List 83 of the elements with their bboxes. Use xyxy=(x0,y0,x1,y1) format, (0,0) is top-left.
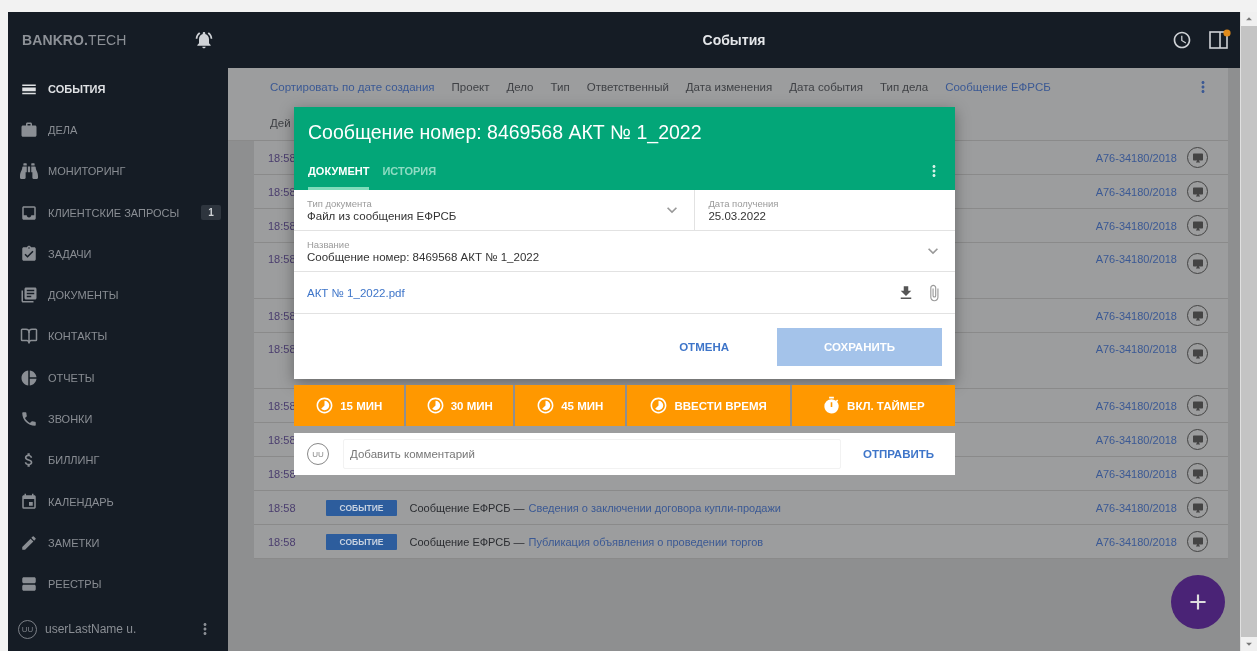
send-button[interactable]: ОТПРАВИТЬ xyxy=(854,442,942,466)
pencil-icon xyxy=(20,533,38,552)
panel-icon[interactable] xyxy=(1208,29,1232,51)
case-number-link[interactable]: А76-34180/2018 xyxy=(1095,399,1177,412)
case-number-link[interactable]: А76-34180/2018 xyxy=(1095,535,1177,548)
event-time: 18:58 xyxy=(268,501,296,514)
scrollbar[interactable] xyxy=(1240,12,1257,651)
filter-link[interactable]: Дей xyxy=(270,117,291,129)
documents-icon xyxy=(20,286,38,305)
sidebar-item[interactable]: КЛИЕНТСКИЕ ЗАПРОСЫ 1 xyxy=(8,191,228,234)
file-link[interactable]: АКТ № 1_2022.pdf xyxy=(307,286,405,299)
sidebar-item[interactable]: СОБЫТИЯ xyxy=(8,68,228,110)
event-link[interactable]: Публикация объявления о проведении торгов xyxy=(528,535,764,548)
time-button[interactable]: ВКЛ. ТАЙМЕР xyxy=(791,385,955,426)
clipboard-check-icon xyxy=(20,244,38,263)
case-number-link[interactable]: А76-34180/2018 xyxy=(1095,253,1177,265)
case-number-link[interactable]: А76-34180/2018 xyxy=(1095,343,1177,355)
event-time: 18:58 xyxy=(268,467,296,480)
sidebar-item[interactable]: БИЛЛИНГ xyxy=(8,439,228,481)
case-number-link[interactable]: А76-34180/2018 xyxy=(1095,433,1177,446)
clock-icon xyxy=(425,396,445,415)
clock-icon xyxy=(536,396,556,415)
case-number-link[interactable]: А76-34180/2018 xyxy=(1095,309,1177,322)
time-button[interactable]: 45 МИН xyxy=(515,385,625,426)
briefcase-icon xyxy=(20,120,38,139)
event-badge: СОБЫТИЕ xyxy=(325,499,398,516)
dialog-tab[interactable]: ДОКУМЕНТ xyxy=(308,165,370,190)
time-button[interactable]: ВВЕСТИ ВРЕМЯ xyxy=(626,385,790,426)
sidebar-item[interactable]: ОТЧЕТЫ xyxy=(8,357,228,399)
document-type-select[interactable]: Тип документа Файл из сообщения ЕФРСБ xyxy=(294,190,696,230)
pie-chart-icon xyxy=(20,368,38,387)
filter-link[interactable]: Проект xyxy=(451,81,490,93)
cancel-button[interactable]: ОТМЕНА xyxy=(671,334,737,359)
count-badge: 1 xyxy=(201,205,221,221)
sidebar-item[interactable]: ЗАМЕТКИ xyxy=(8,522,228,564)
user-name[interactable]: userLastName u. xyxy=(45,622,137,636)
case-number-link[interactable]: А76-34180/2018 xyxy=(1095,185,1177,198)
sidebar-item[interactable]: РЕЕСТРЫ xyxy=(8,563,228,605)
sidebar-item[interactable]: КОНТАКТЫ xyxy=(8,315,228,358)
binoculars-icon xyxy=(20,162,38,181)
sidebar-item[interactable]: ЗАДАЧИ xyxy=(8,233,228,275)
logo[interactable]: BANKRO.TECH xyxy=(22,32,127,48)
sidebar-item[interactable]: ЗВОНКИ xyxy=(8,398,228,440)
time-button[interactable]: 15 МИН xyxy=(294,385,404,426)
received-date-field[interactable]: Дата получения 25.03.2022 xyxy=(695,190,955,230)
filter-link[interactable]: Сообщение ЕФРСБ xyxy=(945,81,1051,93)
clock-icon xyxy=(649,396,669,415)
filter-link[interactable]: Тип xyxy=(550,81,570,93)
filter-link[interactable]: Сортировать по дате создания xyxy=(270,81,435,93)
case-number-link[interactable]: А76-34180/2018 xyxy=(1095,151,1177,164)
filter-link[interactable]: Дата изменения xyxy=(685,81,773,93)
scroll-up-icon[interactable] xyxy=(1241,12,1257,26)
stopwatch-icon xyxy=(822,396,842,415)
scroll-down-icon[interactable] xyxy=(1241,637,1257,651)
phone-icon xyxy=(20,410,38,428)
event-source: Сообщение ЕФРСБ — xyxy=(409,535,525,548)
event-source: Сообщение ЕФРСБ — xyxy=(409,501,525,514)
filter-link[interactable]: Дело xyxy=(506,81,534,93)
dialog-title: Сообщение номер: 8469568 АКТ № 1_2022 xyxy=(308,121,703,146)
inbox-icon xyxy=(20,203,38,222)
bell-icon[interactable] xyxy=(194,30,214,50)
sidebar-item[interactable]: КАЛЕНДАРЬ xyxy=(8,480,228,523)
event-time: 18:58 xyxy=(268,535,296,548)
case-number-link[interactable]: А76-34180/2018 xyxy=(1095,467,1177,480)
comment-field[interactable]: Добавить комментарий xyxy=(343,439,841,469)
time-button[interactable]: 30 МИН xyxy=(405,385,513,426)
event-badge: СОБЫТИЕ xyxy=(325,533,398,550)
case-number-link[interactable]: А76-34180/2018 xyxy=(1095,501,1177,514)
sidebar-item[interactable]: ДОКУМЕНТЫ xyxy=(8,274,228,316)
event-link[interactable]: Сведения о заключении договора купли-продажи xyxy=(528,501,781,514)
case-number-link[interactable]: А76-34180/2018 xyxy=(1095,219,1177,232)
filter-link[interactable]: Тип дела xyxy=(879,81,929,93)
filter-link[interactable]: Ответственный xyxy=(586,81,669,93)
name-select[interactable]: Название Сообщение номер: 8469568 АКТ № 1_2022 xyxy=(294,231,955,271)
filter-link[interactable]: Дата события xyxy=(789,81,863,93)
clock-icon xyxy=(315,396,335,415)
sidebar-item[interactable]: ДЕЛА xyxy=(8,109,228,151)
sidebar-item[interactable]: МОНИТОРИНГ xyxy=(8,150,228,192)
clock-icon[interactable] xyxy=(1172,30,1192,50)
rows-icon xyxy=(20,575,38,594)
calendar-icon xyxy=(20,492,38,511)
page-title: События xyxy=(702,32,766,48)
book-icon xyxy=(20,327,38,346)
